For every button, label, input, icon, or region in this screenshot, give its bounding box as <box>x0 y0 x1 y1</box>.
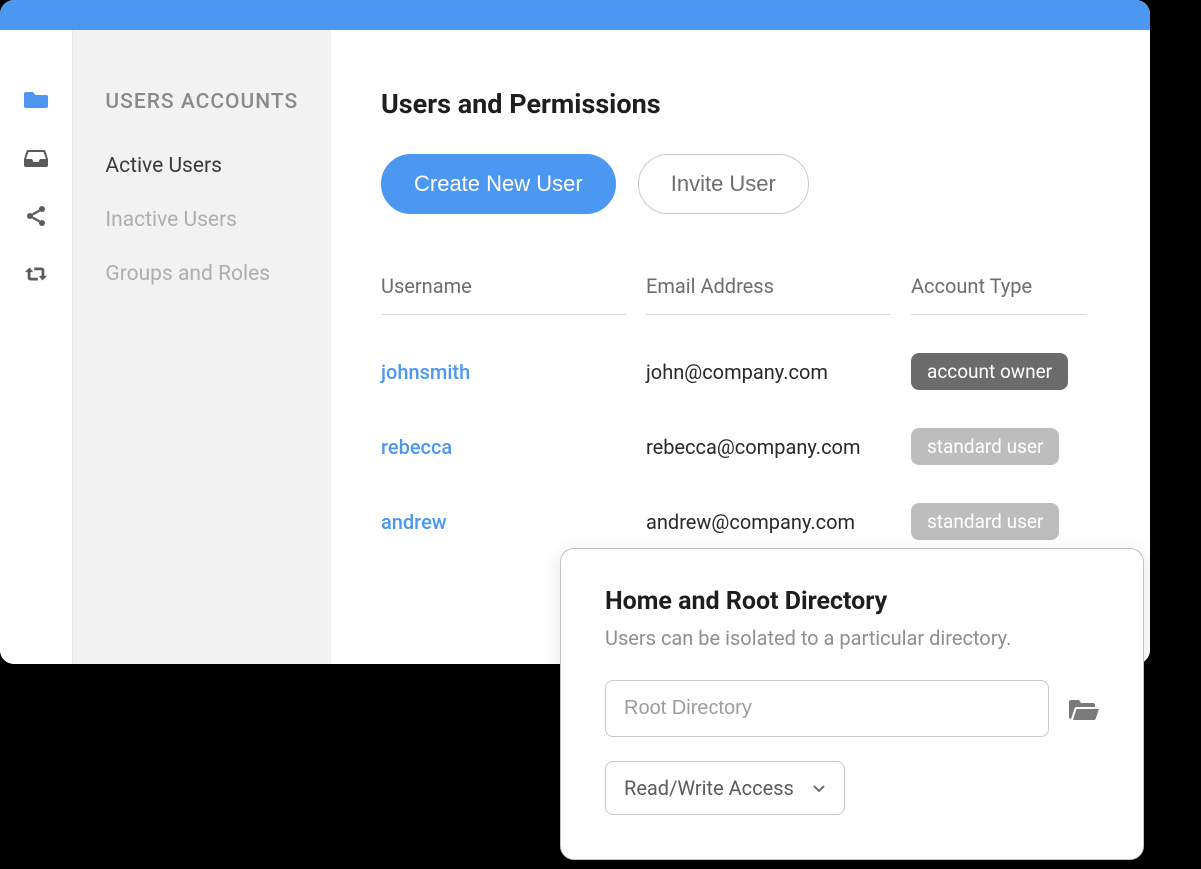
share-icon[interactable] <box>24 204 48 228</box>
col-username: Username <box>381 274 626 315</box>
button-row: Create New User Invite User <box>381 154 1106 214</box>
inbox-icon[interactable] <box>24 146 48 170</box>
directory-panel: Home and Root Directory Users can be iso… <box>560 548 1144 860</box>
retweet-icon[interactable] <box>24 262 48 286</box>
email-cell: andrew@company.com <box>646 465 911 540</box>
window-titlebar <box>0 0 1150 30</box>
create-new-user-button[interactable]: Create New User <box>381 154 616 214</box>
panel-title: Home and Root Directory <box>605 587 1099 616</box>
table-row: andrew <box>381 465 646 540</box>
sidebar-item-label: Inactive Users <box>105 208 237 232</box>
table-row: rebecca <box>381 390 646 465</box>
icon-rail <box>0 30 73 664</box>
type-cell: account owner <box>911 315 1106 390</box>
browse-folder-button[interactable] <box>1069 697 1099 721</box>
email-cell: rebecca@company.com <box>646 390 911 465</box>
email-cell: john@company.com <box>646 315 911 390</box>
access-select[interactable]: Read/Write Access <box>605 761 845 815</box>
folder-open-icon <box>1069 697 1099 721</box>
sidebar-item-inactive-users[interactable]: Inactive Users <box>105 208 331 232</box>
access-selected-label: Read/Write Access <box>624 776 794 800</box>
type-cell: standard user <box>911 465 1106 540</box>
root-directory-row <box>605 680 1099 737</box>
table-row: johnsmith <box>381 315 646 390</box>
sidebar-item-label: Active Users <box>105 154 222 178</box>
sidebar-item-label: Groups and Roles <box>105 262 270 286</box>
type-cell: standard user <box>911 390 1106 465</box>
invite-user-button[interactable]: Invite User <box>638 154 809 214</box>
sidebar: USERS ACCOUNTS Active Users Inactive Use… <box>73 30 331 664</box>
account-type-badge: standard user <box>911 428 1059 465</box>
username-link[interactable]: andrew <box>381 510 447 534</box>
sidebar-item-active-users[interactable]: Active Users <box>105 154 331 178</box>
panel-subtitle: Users can be isolated to a particular di… <box>605 626 1099 650</box>
root-directory-input[interactable] <box>605 680 1049 737</box>
col-email: Email Address <box>646 274 891 315</box>
account-type-badge: account owner <box>911 353 1068 390</box>
sidebar-title: USERS ACCOUNTS <box>105 90 331 114</box>
chevron-down-icon <box>812 781 826 795</box>
sidebar-item-groups-roles[interactable]: Groups and Roles <box>105 262 331 286</box>
account-type-badge: standard user <box>911 503 1059 540</box>
users-table: Username Email Address Account Type john… <box>381 274 1106 540</box>
col-type: Account Type <box>911 274 1086 315</box>
folder-icon[interactable] <box>24 88 48 112</box>
username-link[interactable]: rebecca <box>381 435 452 459</box>
username-link[interactable]: johnsmith <box>381 360 470 384</box>
page-title: Users and Permissions <box>381 88 1106 120</box>
